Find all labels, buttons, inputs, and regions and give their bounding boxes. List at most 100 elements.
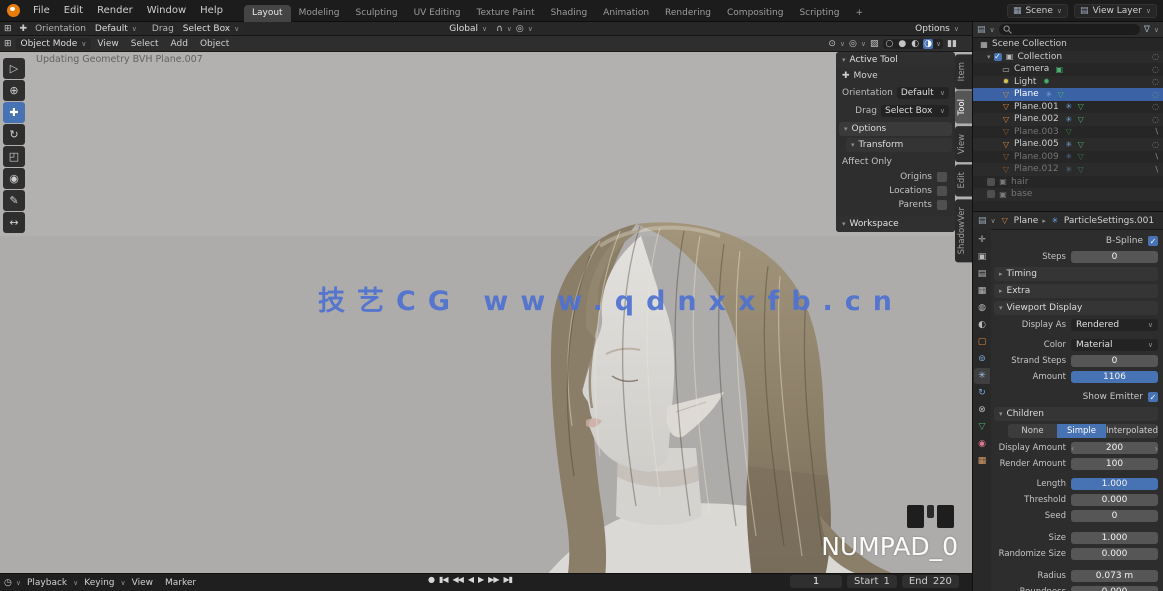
children-mode-simple[interactable]: Simple <box>1057 424 1106 438</box>
collection-checkbox[interactable]: ✓ <box>994 53 1002 61</box>
tab-world-properties[interactable]: ◐ <box>974 317 990 333</box>
playback-menu[interactable]: Playback <box>21 578 73 588</box>
scene-selector[interactable]: ▦ Scene ∨ <box>1007 4 1068 18</box>
solid-shading-icon[interactable]: ● <box>897 39 907 49</box>
outliner-row-plane005[interactable]: ▽ Plane.005 ✳▽ ◌ <box>973 138 1163 151</box>
seed-field[interactable]: 0 <box>1071 510 1158 522</box>
workspace-panel-header[interactable]: ▾ Workspace <box>836 216 955 232</box>
children-mode-none[interactable]: None <box>1008 424 1057 438</box>
sidebar-tab-shadowver[interactable]: ShadowVer <box>955 199 972 262</box>
tab-modifier-properties[interactable]: ⊚ <box>974 351 990 367</box>
overlays-icon[interactable]: ◎ <box>848 39 858 49</box>
jump-to-end-button[interactable]: ▶▮ <box>503 575 512 584</box>
visibility-icon[interactable]: ∖ <box>1154 152 1159 161</box>
rendered-shading-icon[interactable]: ◑ <box>923 39 933 49</box>
keying-menu[interactable]: Keying <box>78 578 120 588</box>
measure-tool[interactable]: ↔ <box>3 212 25 233</box>
drag-dropdown[interactable]: Select Box ∨ <box>178 23 244 35</box>
sidebar-tab-tool[interactable]: Tool <box>955 91 972 124</box>
timeline-view-menu[interactable]: View <box>126 578 159 588</box>
jump-to-start-button[interactable]: ▮◀ <box>439 575 448 584</box>
material-preview-icon[interactable]: ◐ <box>910 39 920 49</box>
visibility-icon[interactable]: ◌ <box>1152 115 1159 124</box>
extra-panel-header[interactable]: ▸ Extra <box>994 284 1158 298</box>
amount-slider[interactable]: 1106 <box>1071 371 1158 383</box>
viewport-menu-object[interactable]: Object <box>194 39 235 49</box>
visibility-icon[interactable]: ◌ <box>1152 90 1159 99</box>
select-box-tool[interactable]: ▷ <box>3 58 25 79</box>
outliner-row-plane002[interactable]: ▽ Plane.002 ✳▽ ◌ <box>973 113 1163 126</box>
sidebar-tab-edit[interactable]: Edit <box>955 164 972 196</box>
steps-field[interactable]: 0 <box>1071 251 1158 263</box>
next-keyframe-button[interactable]: ▶▶ <box>488 575 498 584</box>
tab-rendering[interactable]: Rendering <box>657 5 719 22</box>
parents-checkbox[interactable] <box>937 200 947 210</box>
origins-checkbox[interactable] <box>937 172 947 182</box>
radius-field[interactable]: 0.073 m <box>1071 570 1158 582</box>
viewport-display-panel-header[interactable]: ▾ Viewport Display <box>994 301 1158 315</box>
tab-modeling[interactable]: Modeling <box>291 5 348 22</box>
sidebar-tab-view[interactable]: View <box>955 126 972 162</box>
outliner-row-plane003[interactable]: ▽ Plane.003 ▽ ∖ <box>973 126 1163 139</box>
visibility-icon[interactable]: ◌ <box>1152 77 1159 86</box>
timing-panel-header[interactable]: ▸ Timing <box>994 267 1158 281</box>
orientation-dropdown[interactable]: Default ∨ <box>90 23 142 35</box>
tab-layout[interactable]: Layout <box>244 5 291 22</box>
cursor-tool[interactable]: ⊕ <box>3 80 25 101</box>
display-as-dropdown[interactable]: Rendered ∨ <box>1071 319 1158 331</box>
outliner-row-plane012[interactable]: ▽ Plane.012 ✳▽ ∖ <box>973 163 1163 176</box>
tab-object-data-properties[interactable]: ▽ <box>974 419 990 435</box>
outliner-search-input[interactable] <box>999 24 1140 35</box>
view-layer-selector[interactable]: ▤ View Layer ∨ <box>1074 4 1157 18</box>
visibility-icon[interactable]: ◌ <box>1152 102 1159 111</box>
transform-section-header[interactable]: ▾ Transform <box>846 138 952 152</box>
outliner-row-hair-collection[interactable]: ▣ hair <box>973 176 1163 189</box>
size-field[interactable]: 1.000 <box>1071 532 1158 544</box>
prev-keyframe-button[interactable]: ◀◀ <box>453 575 463 584</box>
transform-tool[interactable]: ◉ <box>3 168 25 189</box>
menu-edit[interactable]: Edit <box>57 0 90 22</box>
tab-sculpting[interactable]: Sculpting <box>348 5 406 22</box>
threshold-field[interactable]: 0.000 <box>1071 494 1158 506</box>
roundness-field[interactable]: 0.000 <box>1071 586 1158 591</box>
options-section-header[interactable]: ▾ Options <box>839 122 952 136</box>
outliner-row-camera[interactable]: ▭ Camera ▣ ◌ <box>973 63 1163 76</box>
strand-steps-field[interactable]: 0 <box>1071 355 1158 367</box>
tab-physics-properties[interactable]: ↻ <box>974 385 990 401</box>
render-amount-field[interactable]: 100 <box>1071 458 1158 470</box>
options-dropdown[interactable]: Options ∨ <box>910 23 964 35</box>
tab-animation[interactable]: Animation <box>595 5 657 22</box>
tab-particle-properties[interactable]: ✳ <box>974 368 990 384</box>
menu-window[interactable]: Window <box>140 0 193 22</box>
editor-type-icon[interactable]: ⊞ <box>4 39 12 49</box>
tab-scene-properties[interactable]: ◍ <box>974 300 990 316</box>
timeline-editor-icon[interactable]: ◷ <box>4 578 12 588</box>
start-frame-field[interactable]: Start 1 <box>847 575 897 588</box>
viewport-menu-select[interactable]: Select <box>125 39 165 49</box>
children-mode-interpolated[interactable]: Interpolated <box>1106 424 1158 438</box>
snap-magnet-icon[interactable]: ∩ <box>496 24 503 34</box>
tab-tool-properties[interactable]: ✛ <box>974 232 990 248</box>
move-tool[interactable]: ✚ <box>3 102 25 123</box>
outliner-row-scene-collection[interactable]: ▦ Scene Collection <box>973 38 1163 51</box>
active-tool-panel-header[interactable]: ▾ Active Tool <box>836 52 955 68</box>
visibility-icon[interactable]: ◌ <box>1152 52 1159 61</box>
tab-compositing[interactable]: Compositing <box>719 5 791 22</box>
properties-editor-icon[interactable]: ▤ <box>978 216 987 226</box>
children-panel-header[interactable]: ▾ Children <box>994 407 1158 421</box>
menu-help[interactable]: Help <box>193 0 230 22</box>
pause-icon[interactable]: ▮▮ <box>946 39 958 49</box>
end-frame-field[interactable]: End 220 <box>902 575 959 588</box>
tab-output-properties[interactable]: ▤ <box>974 266 990 282</box>
increment-arrow-icon[interactable]: › <box>1155 444 1158 453</box>
mode-dropdown[interactable]: Object Mode ∨ <box>16 38 92 50</box>
tab-render-properties[interactable]: ▣ <box>974 249 990 265</box>
color-dropdown[interactable]: Material ∨ <box>1071 339 1158 351</box>
xray-toggle-icon[interactable]: ▨ <box>869 39 880 49</box>
outliner-row-light[interactable]: ✹ Light ✹ ◌ <box>973 76 1163 89</box>
tab-shading[interactable]: Shading <box>543 5 596 22</box>
visibility-icon[interactable]: ∖ <box>1154 127 1159 136</box>
record-button[interactable]: ● <box>428 575 434 584</box>
viewport-menu-view[interactable]: View <box>91 39 124 49</box>
scale-tool[interactable]: ◰ <box>3 146 25 167</box>
